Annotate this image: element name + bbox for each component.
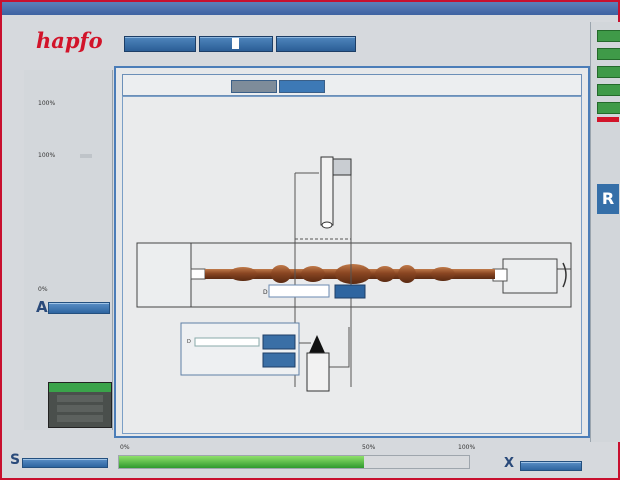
axis-x-label: X: [504, 456, 515, 471]
mode-option-1[interactable]: [57, 395, 103, 402]
override-label-mid: 100%: [38, 152, 56, 159]
headstock: [136, 242, 192, 308]
progress-label-end: 100%: [458, 444, 476, 451]
diameter-readout-box: [268, 284, 330, 298]
progress-fill: [119, 456, 364, 468]
left-panel: 100% 100% 0% A: [24, 70, 113, 430]
chuck: [190, 268, 206, 280]
mode-panel-header: [49, 383, 111, 392]
machine-schematic: D D: [122, 96, 582, 434]
tailstock: [502, 258, 558, 294]
mode-option-2[interactable]: [57, 405, 103, 412]
right-green-button-3[interactable]: [597, 66, 620, 78]
tool-holder: [306, 352, 330, 392]
toggle-knob-icon: [232, 38, 239, 49]
right-green-button-5[interactable]: [597, 102, 620, 114]
top-toolbar: [114, 22, 586, 62]
diameter-set-button: [334, 284, 366, 299]
right-green-button-1[interactable]: [597, 30, 620, 42]
progress-label-mid: 50%: [362, 444, 376, 451]
title-bar: [2, 2, 618, 15]
alarm-indicator: [597, 117, 619, 122]
override-slider[interactable]: [80, 154, 92, 158]
app-window: hapfo 100% 100% 0% A D D R S 0% 50% 100%…: [0, 0, 620, 480]
axis-a-value-field[interactable]: [48, 302, 110, 314]
diameter-label: D: [263, 289, 268, 296]
program-button[interactable]: [276, 36, 356, 52]
tool-tip-icon: [309, 335, 325, 353]
axis-x-value-field[interactable]: [520, 461, 582, 471]
right-panel: R: [590, 22, 620, 442]
bottom-status-bar: S 0% 50% 100% X: [2, 438, 618, 478]
mode-option-3[interactable]: [57, 415, 103, 422]
axis-s-label: S: [10, 452, 21, 468]
override-label-top: 100%: [38, 100, 56, 107]
axis-s-value-field[interactable]: [22, 458, 108, 468]
axis-a-label: A: [36, 298, 48, 316]
mode-panel: [48, 382, 112, 428]
steady-rest-top: [320, 156, 334, 226]
tab-view-1[interactable]: [231, 80, 277, 93]
tab-view-2[interactable]: [279, 80, 325, 93]
view-tab-bar: [122, 74, 582, 96]
dialog-button-2: [262, 352, 296, 368]
toggle-switch[interactable]: [199, 36, 273, 52]
dialog-button-1: [262, 334, 296, 350]
right-green-button-2[interactable]: [597, 48, 620, 60]
work-area-panel: D D: [114, 66, 590, 438]
right-green-button-4[interactable]: [597, 84, 620, 96]
tail-center: [492, 268, 508, 282]
reset-button[interactable]: R: [597, 184, 619, 214]
progress-label-start: 0%: [120, 444, 130, 451]
program-progress-bar: [118, 455, 470, 469]
tool-mode-button[interactable]: [124, 36, 196, 52]
hapfo-logo: hapfo: [36, 28, 103, 53]
axis-a-percent: 0%: [38, 286, 48, 293]
dialog-field-label: D: [187, 339, 191, 345]
schematic-svg: D D: [136, 156, 572, 392]
